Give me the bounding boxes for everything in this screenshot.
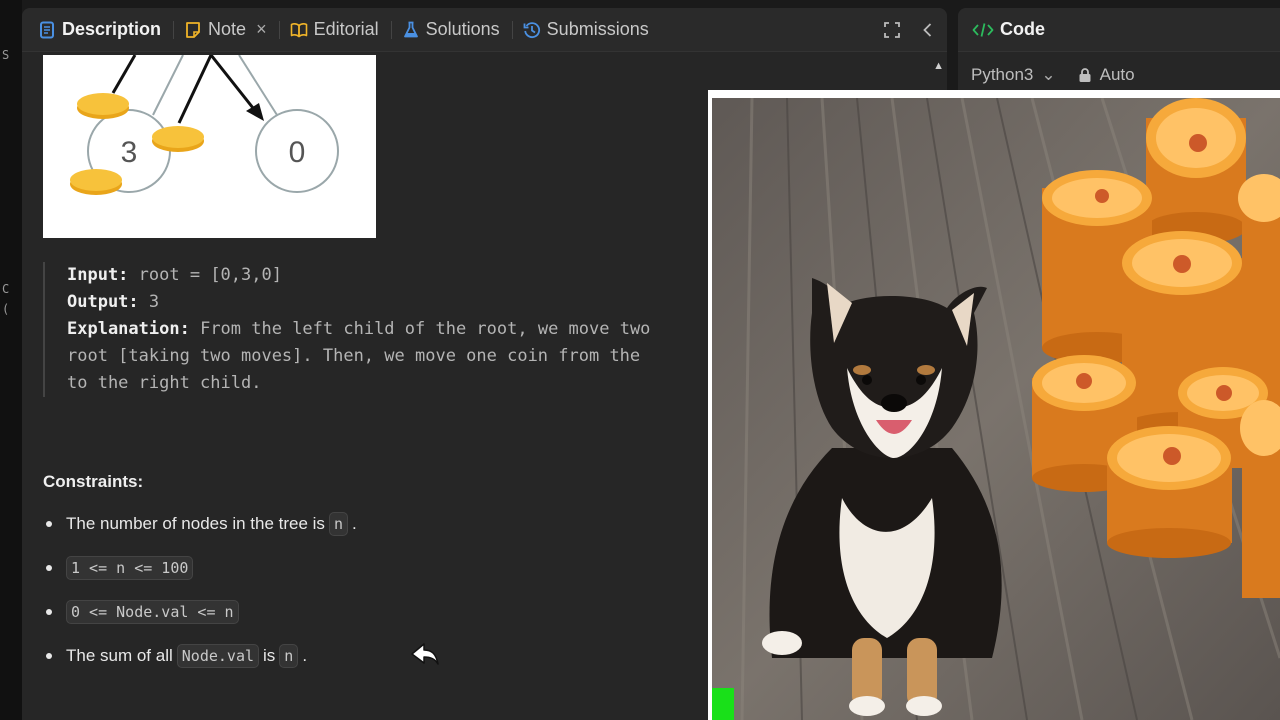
- tab-divider: [278, 20, 280, 39]
- coin-stack-icon: [1240, 400, 1280, 598]
- code-brackets-icon: [972, 21, 994, 39]
- constraint-text: .: [302, 646, 308, 665]
- screen: S C ( Description Note × Editorial Solut…: [0, 0, 1280, 720]
- example-input-line: Input: root = [0,3,0]: [67, 262, 723, 289]
- tree-diagram-image: 3 0: [43, 55, 376, 238]
- tab-label: Note: [208, 19, 247, 39]
- coin-icon: [70, 169, 122, 195]
- tree-node-left-value: 3: [121, 136, 138, 169]
- document-icon: [38, 21, 56, 39]
- left-edge-sliver: S C (: [0, 0, 22, 720]
- inline-code: 1 <= n <= 100: [66, 556, 194, 580]
- constraint-text: .: [351, 514, 357, 533]
- green-indicator: [712, 688, 734, 720]
- coin-stack-icon: [1146, 98, 1246, 244]
- language-select[interactable]: Python3: [971, 65, 1033, 85]
- edge-char: S: [2, 48, 10, 62]
- coin-stack-icon: [1107, 426, 1232, 558]
- bullet-icon: [46, 565, 52, 571]
- constraints-list: The number of nodes in the tree is n . 1…: [43, 502, 357, 678]
- example-explanation-line: to the right child.: [67, 373, 262, 393]
- code-panel-header: Code: [958, 8, 1280, 52]
- explanation-label: Explanation:: [67, 319, 190, 339]
- inline-code: n: [279, 644, 299, 668]
- history-icon: [523, 21, 541, 39]
- example-output-line: Output: 3: [67, 289, 723, 316]
- coin-icon: [152, 126, 204, 152]
- inline-code: n: [328, 512, 348, 536]
- bullet-icon: [46, 521, 52, 527]
- constraint-text: The number of nodes in the tree is: [66, 514, 325, 533]
- input-value: root = [0,3,0]: [138, 265, 282, 285]
- tab-label: Submissions: [546, 19, 649, 39]
- constraints-heading: Constraints:: [43, 472, 144, 491]
- code-panel-title: Code: [1000, 19, 1045, 39]
- tab-divider: [173, 20, 175, 39]
- auto-mode-label[interactable]: Auto: [1100, 65, 1135, 85]
- tab-solutions[interactable]: Solutions: [402, 8, 510, 52]
- inline-code: Node.val: [176, 644, 260, 668]
- flask-icon: [402, 21, 420, 39]
- lock-icon: [1078, 67, 1092, 83]
- edge-char: (: [2, 302, 10, 316]
- overlay-picture: [708, 90, 1280, 720]
- tab-divider: [511, 20, 513, 39]
- constraint-text: The sum of all: [66, 646, 173, 665]
- input-label: Input:: [67, 265, 129, 285]
- bullet-icon: [46, 609, 52, 615]
- constraint-item: 0 <= Node.val <= n: [43, 590, 357, 634]
- coin-icon: [77, 93, 129, 119]
- collapse-chevron-icon[interactable]: [919, 21, 937, 39]
- tab-divider: [390, 20, 392, 39]
- output-label: Output:: [67, 292, 139, 312]
- tab-submissions[interactable]: Submissions: [523, 8, 659, 52]
- tab-label: Editorial: [313, 19, 379, 39]
- constraint-item: 1 <= n <= 100: [43, 546, 357, 590]
- maximize-icon[interactable]: [883, 21, 901, 39]
- note-icon: [184, 21, 202, 39]
- explanation-text: From the left child of the root, we move…: [200, 319, 651, 339]
- inline-code: 0 <= Node.val <= n: [66, 600, 239, 624]
- output-value: 3: [148, 292, 160, 312]
- scroll-up-arrow-icon[interactable]: ▲: [933, 60, 944, 72]
- tab-label: Description: [62, 19, 162, 39]
- panel-controls: [883, 8, 937, 52]
- tree-node-right-value: 0: [289, 136, 306, 169]
- constraint-item: The sum of all Node.val is n .: [43, 634, 357, 678]
- tab-editorial[interactable]: Editorial: [290, 8, 389, 52]
- example-explanation-line: root [taking two moves]. Then, we move o…: [67, 346, 641, 366]
- constraint-text: is: [263, 646, 276, 665]
- dog-with-coins-image: [712, 98, 1280, 720]
- tab-note[interactable]: Note ×: [184, 8, 277, 52]
- bullet-icon: [46, 653, 52, 659]
- tab-label: Solutions: [425, 19, 500, 39]
- edge-char: C: [2, 282, 10, 296]
- tab-description[interactable]: Description: [38, 8, 171, 52]
- example-explanation-line: Explanation: From the left child of the …: [67, 316, 723, 343]
- book-icon: [290, 21, 308, 39]
- constraint-item: The number of nodes in the tree is n .: [43, 502, 357, 546]
- example-block: Input: root = [0,3,0] Output: 3 Explanat…: [43, 262, 723, 397]
- mouse-cursor-icon: [410, 642, 440, 668]
- chevron-down-icon[interactable]: ⌄: [1041, 65, 1055, 85]
- close-icon[interactable]: ×: [256, 19, 267, 40]
- tab-bar: Description Note × Editorial Solutions S…: [22, 8, 947, 52]
